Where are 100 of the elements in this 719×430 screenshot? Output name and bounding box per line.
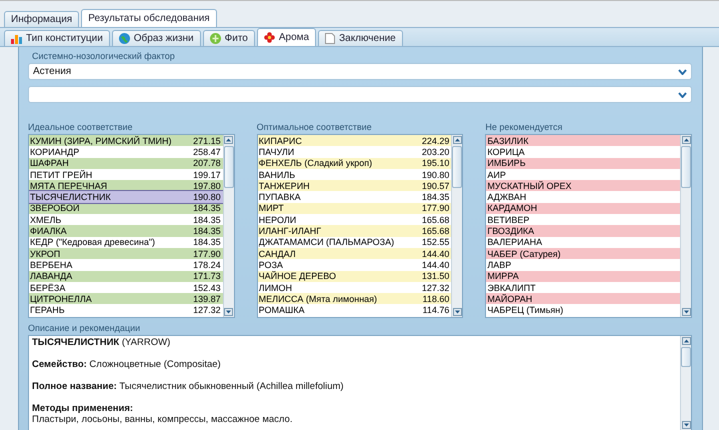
chevron-down-icon <box>678 68 687 74</box>
list-item[interactable]: ВЕРБЕНА 178.24 <box>29 259 223 271</box>
item-name: ХМЕЛЬ <box>30 214 62 225</box>
item-score: 127.32 <box>422 282 450 292</box>
list-item[interactable]: РОМАШКА 114.76 <box>258 304 452 316</box>
item-score: 207.78 <box>193 158 222 168</box>
item-score: 197.80 <box>193 180 222 191</box>
list-item[interactable]: МИРРА <box>486 270 680 282</box>
list-item[interactable]: САНДАЛ 144.40 <box>258 248 452 260</box>
scrollbar[interactable] <box>680 336 691 430</box>
item-name: ШАФРАН <box>30 158 70 168</box>
scroll-thumb[interactable] <box>224 146 234 188</box>
scroll-down-icon[interactable] <box>452 308 462 316</box>
scrollbar[interactable] <box>451 135 462 317</box>
tab[interactable]: Тип конституции <box>4 30 110 46</box>
list-item[interactable]: ГЕРАНЬ 127.32 <box>29 304 223 316</box>
item-name: ПЕТИТ ГРЕЙН <box>30 170 94 180</box>
item-score: 114.76 <box>422 305 450 316</box>
scrollbar[interactable] <box>680 135 692 317</box>
scroll-down-icon[interactable] <box>224 308 234 316</box>
list-item[interactable]: КОРИАНДР 258.47 <box>29 146 223 158</box>
tab[interactable]: Результаты обследования <box>81 9 217 27</box>
list-item[interactable]: ДЖАТАМАМСИ (ПАЛЬМАРОЗА) 152.55 <box>258 236 452 248</box>
item-score: 127.32 <box>193 305 222 316</box>
dropdown-field[interactable] <box>28 86 692 103</box>
list-item[interactable]: ВАЛЕРИАНА <box>486 236 680 248</box>
list-item[interactable]: ТАНЖЕРИН 190.57 <box>258 180 452 192</box>
list-item[interactable]: ПЕТИТ ГРЕЙН 199.17 <box>29 168 223 180</box>
list-item[interactable]: ИМБИРЬ <box>486 158 680 169</box>
item-name: РОМАШКА <box>258 305 306 316</box>
list-item[interactable]: ЧАБЕР (Сатурея) <box>486 248 680 260</box>
list-item[interactable]: ВЕТИВЕР <box>486 214 680 226</box>
item-score: 177.90 <box>193 248 222 259</box>
list-item[interactable]: ПАЧУЛИ 203.20 <box>258 146 452 158</box>
dropdown-field[interactable]: Астения <box>28 63 692 80</box>
list-item[interactable]: НЕРОЛИ 165.68 <box>258 214 452 226</box>
list-item[interactable]: МИРТ 177.90 <box>258 202 452 214</box>
list-item[interactable]: ЛИМОН 127.32 <box>258 282 452 294</box>
list-item[interactable]: КИПАРИС 224.29 <box>258 135 452 146</box>
list-item[interactable]: ТЫСЯЧЕЛИСТНИК 190.80 <box>29 191 223 203</box>
bar-chart-icon <box>11 33 22 44</box>
item-name: КЕДР ("Кедровая древесина") <box>30 237 156 248</box>
scroll-thumb[interactable] <box>452 146 462 188</box>
scroll-up-icon[interactable] <box>452 136 462 144</box>
list-item[interactable]: ХМЕЛЬ 184.35 <box>29 214 223 226</box>
list-item[interactable]: КУМИН (ЗИРА, РИМСКИЙ ТМИН) 271.15 <box>29 135 223 146</box>
description-text: Семейство: Сложноцветные (Compositae) <box>32 359 222 370</box>
tab[interactable]: Заключение <box>318 30 403 46</box>
list-item[interactable]: ЦИТРОНЕЛЛА 139.87 <box>29 293 223 304</box>
item-name: УКРОП <box>30 248 62 259</box>
item-name: МИРТ <box>258 203 285 214</box>
list-item[interactable]: КАРДАМОН <box>486 202 680 214</box>
list-item[interactable]: ФИАЛКА 184.35 <box>29 225 223 237</box>
item-score: 203.20 <box>422 146 450 157</box>
tab[interactable]: Образ жизни <box>112 30 201 46</box>
tab[interactable]: Фито <box>202 30 255 46</box>
list-item[interactable]: ЛАВАНДА 171.73 <box>29 270 223 282</box>
item-score: 184.35 <box>193 226 222 236</box>
list-item[interactable]: БАЗИЛИК <box>486 135 680 146</box>
list-item[interactable]: ИЛАНГ-ИЛАНГ 165.68 <box>258 225 452 237</box>
list-item[interactable]: БЕРЁЗА 152.43 <box>29 282 223 294</box>
section-label: Системно-нозологический фактор <box>31 51 176 63</box>
list-heading: Не рекомендуется <box>485 122 564 134</box>
item-score: 178.24 <box>193 260 222 270</box>
description-text: Пластыри, лосьоны, ванны, компрессы, массажное масло. <box>32 414 294 425</box>
item-name: ФЕНХЕЛЬ (Сладкий укроп) <box>258 158 374 168</box>
scroll-thumb[interactable] <box>681 347 691 366</box>
list-item[interactable]: ГВОЗДИКА <box>486 225 680 237</box>
scroll-thumb[interactable] <box>681 146 692 188</box>
list-item[interactable]: МУСКАТНЫЙ ОРЕХ <box>486 180 680 192</box>
item-score: 144.40 <box>422 248 450 259</box>
list-item[interactable]: ЧАЙНОЕ ДЕРЕВО 131.50 <box>258 270 452 282</box>
tab[interactable]: Арома <box>256 28 316 46</box>
item-name: ПУПАВКА <box>258 192 302 202</box>
item-name: ЛИМОН <box>258 282 294 292</box>
list-item[interactable]: МЕЛИССА (Мята лимонная) 118.60 <box>258 293 452 304</box>
item-name: КОРИАНДР <box>30 146 80 157</box>
item-name: КУМИН (ЗИРА, РИМСКИЙ ТМИН) <box>30 136 172 146</box>
list-item[interactable]: РОЗА 144.40 <box>258 259 452 271</box>
item-score: 184.35 <box>193 237 222 248</box>
scrollbar[interactable] <box>222 135 234 317</box>
item-name: МЯТА ПЕРЕЧНАЯ <box>30 180 108 191</box>
list-item[interactable]: ФЕНХЕЛЬ (Сладкий укроп) 195.10 <box>258 158 452 169</box>
item-name: ФИАЛКА <box>30 226 68 236</box>
tab[interactable]: Информация <box>4 11 80 27</box>
scroll-up-icon[interactable] <box>224 136 234 144</box>
list-item[interactable]: МАЙОРАН <box>486 293 680 304</box>
list-item[interactable]: ВАНИЛЬ 190.80 <box>258 168 452 180</box>
list-item[interactable]: ШАФРАН 207.78 <box>29 158 223 169</box>
list-item[interactable]: УКРОП 177.90 <box>29 248 223 260</box>
scroll-down-icon[interactable] <box>682 308 691 316</box>
globe-icon <box>118 33 130 44</box>
description-text: ТЫСЯЧЕЛИСТНИК (YARROW) <box>32 337 172 348</box>
list-item[interactable]: МЯТА ПЕРЕЧНАЯ 197.80 <box>29 180 223 192</box>
item-score: 224.29 <box>422 136 450 146</box>
list-item[interactable]: ПУПАВКА 184.35 <box>258 191 452 203</box>
list-item[interactable]: КЕДР ("Кедровая древесина") 184.35 <box>29 236 223 248</box>
scroll-down-icon[interactable] <box>682 421 690 429</box>
scroll-up-icon[interactable] <box>682 136 691 144</box>
scroll-up-icon[interactable] <box>682 337 690 345</box>
